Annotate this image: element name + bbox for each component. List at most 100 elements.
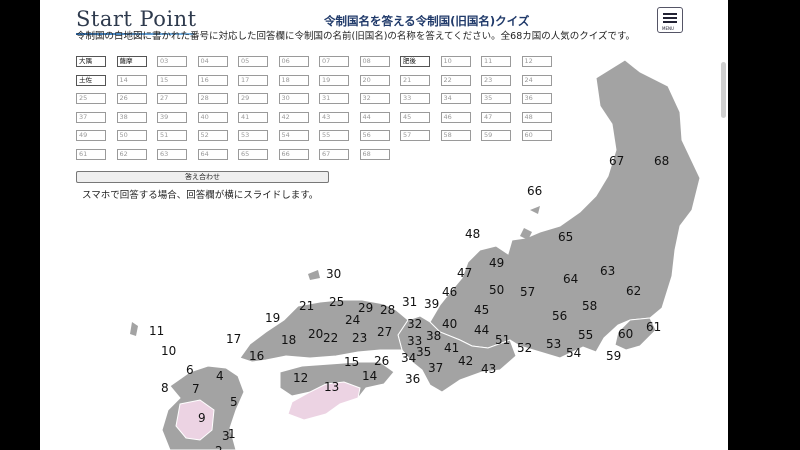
answer-field[interactable]: 29 — [238, 93, 268, 104]
province-number-label: 19 — [265, 311, 280, 325]
answer-field[interactable]: 28 — [197, 93, 228, 104]
answer-field[interactable]: 37 — [76, 111, 106, 123]
answer-field[interactable]: 47 — [481, 111, 511, 123]
answer-field[interactable]: 11 — [481, 56, 511, 67]
sakhalin-peninsula — [530, 206, 540, 214]
province-number-label: 12 — [293, 371, 308, 385]
oki-island — [308, 270, 320, 280]
answer-field[interactable]: 23 — [481, 74, 511, 86]
answer-field[interactable]: 土佐 — [76, 74, 106, 86]
answer-field[interactable]: 58 — [440, 130, 471, 141]
province-number-label: 34 — [401, 351, 416, 365]
check-answers-button[interactable]: 答え合わせ — [76, 171, 329, 183]
answer-field[interactable]: 03 — [157, 56, 187, 67]
answer-field[interactable]: 39 — [157, 111, 187, 123]
answer-field[interactable]: 48 — [521, 111, 552, 123]
province-number-label: 22 — [323, 331, 338, 345]
province-number-label: 50 — [489, 283, 504, 297]
province-number-label: 68 — [654, 154, 669, 168]
province-number-label: 37 — [428, 361, 443, 375]
answer-field[interactable]: 27 — [157, 93, 187, 104]
answer-field[interactable]: 50 — [116, 130, 147, 141]
province-number-label: 24 — [345, 313, 360, 327]
answer-field[interactable]: 53 — [238, 130, 268, 141]
answer-field[interactable]: 20 — [359, 74, 390, 86]
answer-field[interactable]: 42 — [278, 111, 309, 123]
answer-field[interactable]: 59 — [481, 130, 511, 141]
province-number-label: 60 — [618, 327, 633, 341]
answer-field[interactable]: 41 — [238, 111, 268, 123]
answer-field[interactable]: 17 — [238, 74, 268, 86]
answer-field[interactable]: 60 — [521, 130, 552, 141]
answer-field[interactable]: 21 — [400, 74, 430, 86]
answer-field[interactable]: 54 — [278, 130, 309, 141]
answer-field[interactable]: 52 — [197, 130, 228, 141]
answer-field[interactable]: 22 — [440, 74, 471, 86]
answer-field[interactable]: 大隅 — [76, 56, 106, 67]
answer-field[interactable]: 16 — [197, 74, 228, 86]
province-number-label: 46 — [442, 285, 457, 299]
answer-field[interactable]: 57 — [400, 130, 430, 141]
answer-field[interactable]: 34 — [440, 93, 471, 104]
answer-field[interactable]: 49 — [76, 130, 106, 141]
province-number-label: 21 — [299, 299, 314, 313]
answer-field[interactable]: 44 — [359, 111, 390, 123]
answer-field[interactable]: 04 — [197, 56, 228, 67]
answer-field[interactable]: 43 — [319, 111, 349, 123]
province-number-label: 51 — [495, 333, 510, 347]
answer-field[interactable]: 51 — [157, 130, 187, 141]
province-number-label: 47 — [457, 266, 472, 280]
answer-field[interactable]: 26 — [116, 93, 147, 104]
answer-field[interactable]: 55 — [319, 130, 349, 141]
answer-field[interactable]: 46 — [440, 111, 471, 123]
answer-field[interactable]: 31 — [319, 93, 349, 104]
answer-field[interactable]: 63 — [157, 148, 187, 160]
answer-field[interactable]: 66 — [278, 148, 309, 160]
province-number-label: 26 — [374, 354, 389, 368]
province-number-label: 5 — [230, 395, 238, 409]
answer-field[interactable]: 05 — [238, 56, 268, 67]
province-number-label: 4 — [216, 369, 224, 383]
answer-field[interactable]: 64 — [197, 148, 228, 160]
answer-field[interactable]: 33 — [400, 93, 430, 104]
answer-field[interactable]: 14 — [116, 74, 147, 86]
answer-field[interactable]: 32 — [359, 93, 390, 104]
answer-field[interactable]: 35 — [481, 93, 511, 104]
province-number-label: 62 — [626, 284, 641, 298]
province-number-label: 52 — [517, 341, 532, 355]
answer-field[interactable]: 07 — [319, 56, 349, 67]
province-number-label: 17 — [226, 332, 241, 346]
answer-field[interactable]: 18 — [278, 74, 309, 86]
answer-field[interactable]: 15 — [157, 74, 187, 86]
answer-field[interactable]: 19 — [319, 74, 349, 86]
province-number-label: 43 — [481, 362, 496, 376]
answer-field[interactable]: 24 — [521, 74, 552, 86]
answer-field[interactable]: 08 — [359, 56, 390, 67]
answer-field[interactable]: 肥後 — [400, 56, 430, 67]
scrollbar-track[interactable] — [728, 0, 800, 450]
answer-field[interactable]: 65 — [238, 148, 268, 160]
answer-field[interactable]: 12 — [521, 56, 552, 67]
answer-field[interactable]: 62 — [116, 148, 147, 160]
answer-field[interactable]: 45 — [400, 111, 430, 123]
province-number-label: 31 — [402, 295, 417, 309]
answer-field[interactable]: 68 — [359, 148, 390, 160]
answer-field[interactable]: 40 — [197, 111, 228, 123]
answer-field[interactable]: 30 — [278, 93, 309, 104]
japan-province-map: 1234567891011121314151617181920212223242… — [130, 59, 701, 450]
answer-field[interactable]: 67 — [319, 148, 349, 160]
scrollbar-thumb[interactable] — [721, 62, 726, 118]
answer-field[interactable]: 薩摩 — [116, 56, 147, 67]
mobile-hint-text: スマホで回答する場合、回答欄が横にスライドします。 — [82, 190, 319, 201]
answer-field[interactable]: 10 — [440, 56, 471, 67]
province-number-label: 32 — [407, 317, 422, 331]
answer-field[interactable]: 06 — [278, 56, 309, 67]
province-number-label: 44 — [474, 323, 489, 337]
answer-field[interactable]: 38 — [116, 111, 147, 123]
answer-field[interactable]: 56 — [359, 130, 390, 141]
province-number-label: 59 — [606, 349, 621, 363]
answer-field[interactable]: 25 — [76, 93, 106, 104]
answer-field[interactable]: 61 — [76, 148, 106, 160]
answer-field[interactable]: 36 — [521, 93, 552, 104]
province-number-label: 55 — [578, 328, 593, 342]
